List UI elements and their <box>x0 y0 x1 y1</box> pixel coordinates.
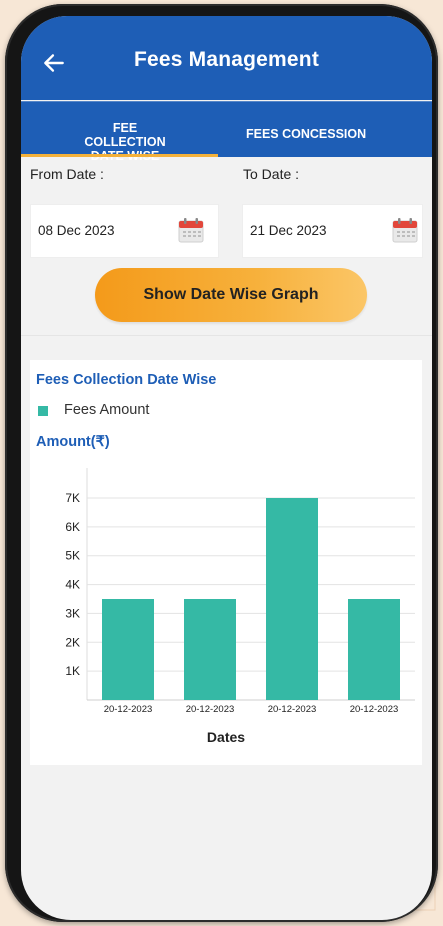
x-tick-label: 20-12-2023 <box>350 704 399 715</box>
y-tick-label: 6K <box>65 520 80 534</box>
tab-fee-collection-date-wise[interactable]: FEE COLLECTION DATE WISE <box>21 102 218 163</box>
app-screen: Fees Management FEE COLLECTION DATE WISE… <box>21 16 432 920</box>
chart-bar <box>102 599 154 700</box>
phone-frame: Fees Management FEE COLLECTION DATE WISE… <box>5 4 438 922</box>
chart-card: Fees Collection Date Wise Fees Amount Am… <box>30 360 422 765</box>
y-tick-label: 5K <box>65 549 80 563</box>
show-date-wise-graph-button[interactable]: Show Date Wise Graph <box>95 268 367 322</box>
from-date-field[interactable]: 08 Dec 2023 <box>30 204 219 258</box>
x-tick-label: 20-12-2023 <box>268 704 317 715</box>
calendar-icon[interactable] <box>392 217 418 243</box>
from-date-label: From Date : <box>30 166 104 182</box>
page-title: Fees Management <box>133 48 320 71</box>
tab-bar: FEE COLLECTION DATE WISE FEES CONCESSION <box>21 101 432 163</box>
chart-bar <box>266 498 318 700</box>
from-date-value: 08 Dec 2023 <box>38 223 115 238</box>
to-date-field[interactable]: 21 Dec 2023 <box>242 204 423 258</box>
chart-bar <box>184 599 236 700</box>
divider <box>21 335 432 336</box>
tab-label: FEES CONCESSION <box>246 127 367 141</box>
y-tick-label: 1K <box>65 664 80 678</box>
y-tick-label: 4K <box>65 578 80 592</box>
x-tick-label: 20-12-2023 <box>186 704 235 715</box>
active-tab-indicator <box>21 154 218 157</box>
chart-bar <box>348 599 400 700</box>
bar-chart: 1K 2K 3K 4K 5K 6K 7K 20-12-2023 20-12-2023 20-12-… <box>65 468 415 715</box>
to-date-value: 21 Dec 2023 <box>250 223 327 238</box>
calendar-icon[interactable] <box>178 217 204 243</box>
app-bar: Fees Management <box>21 16 432 100</box>
y-tick-label: 7K <box>65 491 80 505</box>
x-axis-title: Dates <box>206 729 246 745</box>
to-date-label: To Date : <box>243 166 300 182</box>
tab-fees-concession[interactable]: FEES CONCESSION <box>218 102 432 157</box>
y-tick-label: 3K <box>65 606 80 620</box>
x-tick-label: 20-12-2023 <box>104 704 153 715</box>
y-tick-label: 2K <box>65 635 80 649</box>
